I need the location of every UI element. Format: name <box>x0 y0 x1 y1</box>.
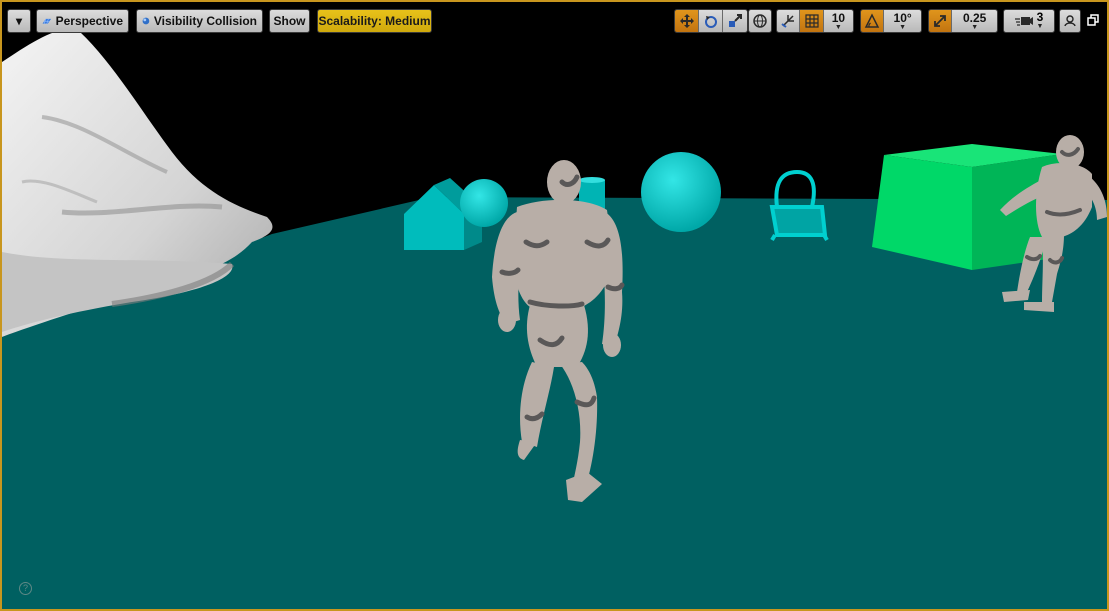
sphere-large[interactable] <box>641 152 721 232</box>
surface-snap-button[interactable] <box>777 10 801 32</box>
scale-snap-button[interactable] <box>929 10 953 32</box>
scale-arrow-icon <box>934 15 947 27</box>
scale-icon <box>729 14 742 27</box>
chevron-down-icon: ▼ <box>1036 23 1044 30</box>
camera-speed-group: 3 ▼ <box>1003 9 1055 33</box>
coordinate-space-toggle <box>748 9 772 33</box>
camera-speed-icon <box>1014 17 1033 26</box>
viewport-options-button[interactable]: ▾ <box>7 9 31 33</box>
rotate-icon <box>704 16 717 28</box>
globe-icon <box>753 14 767 28</box>
grid-snap-group: 10 ▼ <box>776 9 854 33</box>
move-arrows-icon <box>679 14 694 28</box>
viewport-toolbar: ▾ Perspective Visibility Collision Show … <box>7 9 1102 35</box>
viewport-scene[interactable] <box>2 2 1107 609</box>
show-label: Show <box>273 14 306 28</box>
perspective-grid-icon <box>42 18 52 24</box>
chevron-down-icon: ▼ <box>971 23 979 31</box>
level-viewport[interactable]: ▾ Perspective Visibility Collision Show … <box>0 0 1109 611</box>
user-icon <box>1064 15 1076 27</box>
chevron-down-icon: ▼ <box>834 23 842 31</box>
perspective-label: Perspective <box>55 14 123 28</box>
scale-snap-value-text: 0.25 <box>962 10 987 25</box>
scale-snap-group: 0.25 ▼ <box>928 9 998 33</box>
rotation-snap-value-text: 10° <box>893 10 912 25</box>
show-button[interactable]: Show <box>269 9 310 33</box>
surface-snap-icon <box>781 15 795 28</box>
translate-tool-button[interactable] <box>675 10 699 32</box>
view-mode-label: Visibility Collision <box>153 14 257 28</box>
rotation-snap-button[interactable] <box>861 10 885 32</box>
scalability-badge[interactable]: Scalability: Medium <box>317 9 432 33</box>
rotation-snap-group: 10° ▼ <box>860 9 922 33</box>
sphere-small[interactable] <box>460 179 508 227</box>
grid-icon <box>804 14 819 28</box>
rotation-snap-value[interactable]: 10° ▼ <box>884 10 921 32</box>
view-mode-button[interactable]: Visibility Collision <box>136 9 263 33</box>
sphere-icon <box>142 17 150 25</box>
grid-snap-value[interactable]: 10 ▼ <box>823 10 853 32</box>
restore-viewport-icon[interactable] <box>1087 14 1099 26</box>
perspective-button[interactable]: Perspective <box>36 9 129 33</box>
camera-speed-value: 3 <box>1036 10 1044 24</box>
grid-snap-value-text: 10 <box>831 10 846 25</box>
scale-tool-button[interactable] <box>723 10 747 32</box>
angle-icon <box>864 13 880 28</box>
viewport-layout-button[interactable] <box>1059 9 1081 33</box>
scale-snap-value[interactable]: 0.25 ▼ <box>952 10 997 32</box>
chevron-down-icon: ▾ <box>15 14 23 28</box>
chevron-down-icon: ▼ <box>899 23 907 31</box>
world-space-button[interactable] <box>749 10 771 32</box>
rotate-tool-button[interactable] <box>699 10 723 32</box>
scalability-label: Scalability: Medium <box>318 14 431 28</box>
grid-snap-button[interactable] <box>800 10 824 32</box>
help-icon[interactable]: ? <box>19 582 32 595</box>
camera-speed-button[interactable]: 3 ▼ <box>1004 10 1054 32</box>
transform-tools <box>674 9 748 33</box>
